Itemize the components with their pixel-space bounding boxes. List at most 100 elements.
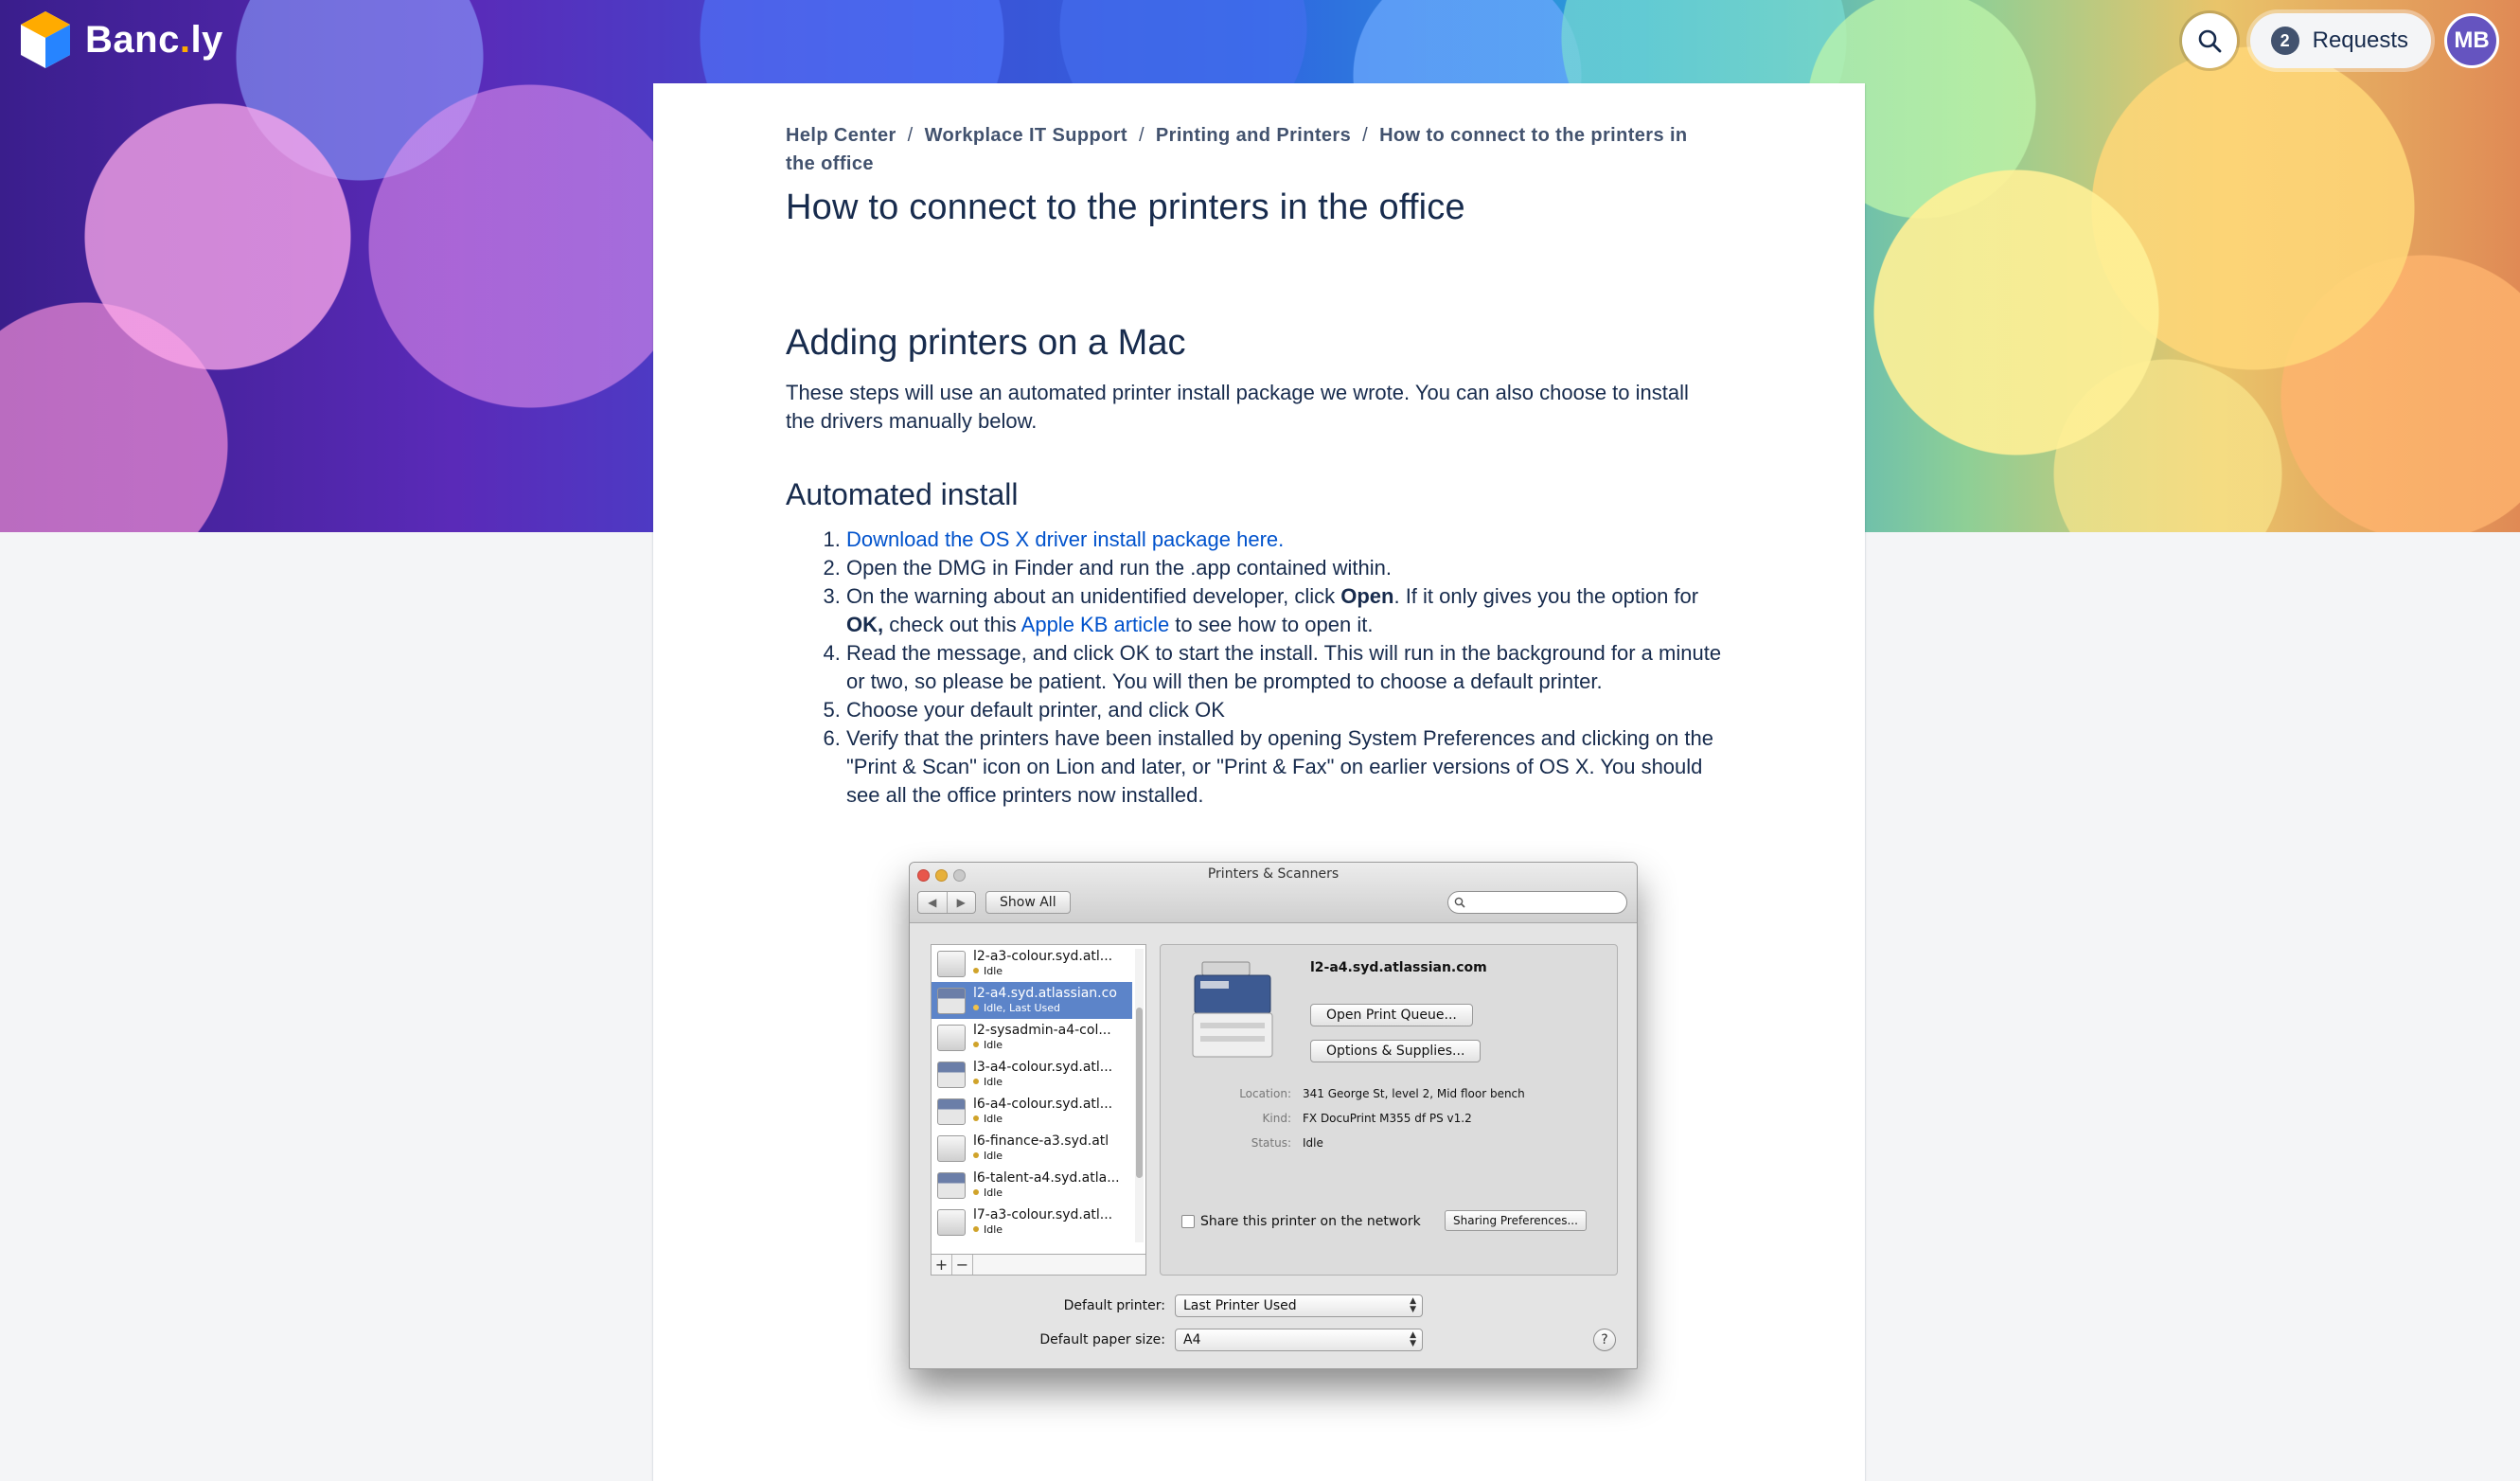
printer-name: l2-sysadmin-a4-col... <box>973 1023 1111 1038</box>
printer-name: l3-a4-colour.syd.atl... <box>973 1060 1113 1075</box>
list-item: Download the OS X driver install package… <box>846 526 1732 554</box>
mac-open-print-queue-button: Open Print Queue... <box>1310 1004 1473 1026</box>
printer-list-item: l3-a4-colour.syd.atl... Idle <box>932 1056 1132 1093</box>
mac-sharing-preferences-button: Sharing Preferences... <box>1445 1210 1587 1231</box>
printer-status: Idle <box>984 1222 1003 1236</box>
article-card: Help Center / Workplace IT Support / Printin… <box>653 83 1865 1481</box>
status-dot-icon <box>973 1226 979 1232</box>
status-dot-icon <box>973 1079 979 1084</box>
printer-icon <box>937 1024 966 1051</box>
mac-window-title: Printers & Scanners <box>1207 866 1340 882</box>
printer-kind-row: Kind: FX DocuPrint M355 df PS v1.2 <box>1262 1112 1472 1125</box>
brand-logo[interactable]: Banc.ly <box>19 9 223 70</box>
page-title: How to connect to the printers in the of… <box>786 187 1465 227</box>
mac-search-field <box>1447 891 1627 914</box>
mac-back-forward: ◀ ▶ <box>917 891 976 914</box>
mac-printer-details: l2-a4.syd.atlassian.com Open Print Queue… <box>1160 944 1618 1276</box>
logo-icon <box>21 11 70 68</box>
printer-status: Idle, Last Used <box>984 1001 1060 1014</box>
search-icon <box>1454 897 1465 908</box>
printer-list-controls: + − <box>932 1254 1145 1275</box>
section-heading-mac: Adding printers on a Mac <box>786 323 1186 363</box>
printer-list-item: l2-sysadmin-a4-col... Idle <box>932 1019 1132 1056</box>
add-printer-icon: + <box>932 1255 952 1275</box>
default-printer-row: Default printer: Last Printer Used ▲ ▼ <box>1014 1294 1423 1317</box>
breadcrumb-help-center[interactable]: Help Center <box>786 125 896 146</box>
printer-list-item: l6-a4-colour.syd.atl... Idle <box>932 1093 1132 1130</box>
printer-icon <box>937 987 966 1014</box>
scrollbar-thumb <box>1136 1008 1143 1178</box>
printer-name: l7-a3-colour.syd.atl... <box>973 1207 1113 1222</box>
printer-list-item: l2-a4.syd.atlassian.co Idle, Last Used <box>932 982 1132 1019</box>
share-printer-label: Share this printer on the network <box>1200 1214 1421 1229</box>
mac-intro-text: These steps will use an automated printe… <box>786 381 1689 433</box>
user-avatar[interactable]: MB <box>2444 13 2499 68</box>
section-heading-automated-install: Automated install <box>786 477 1019 511</box>
printer-name: l2-a4.syd.atlassian.co <box>973 986 1117 1001</box>
breadcrumb-separator: / <box>1362 125 1369 146</box>
printer-status: Idle <box>984 1075 1003 1088</box>
back-arrow-icon: ◀ <box>928 896 937 909</box>
mac-titlebar: Printers & Scanners ◀ ▶ Show All <box>910 863 1637 923</box>
printer-list-item: l2-a3-colour.syd.atl... Idle <box>932 945 1132 982</box>
list-item: Choose your default printer, and click O… <box>846 696 1732 724</box>
list-item: Read the message, and click OK to start … <box>846 639 1732 696</box>
breadcrumb-separator: / <box>1138 125 1145 146</box>
status-dot-icon <box>973 1189 979 1195</box>
open-emphasis: Open <box>1340 584 1394 608</box>
requests-label: Requests <box>2312 27 2408 53</box>
breadcrumb: Help Center / Workplace IT Support / Printin… <box>786 121 1695 178</box>
list-item: On the warning about an unidentified dev… <box>846 582 1732 639</box>
status-dot-icon <box>973 1005 979 1010</box>
printer-status-row: Status: Idle <box>1251 1136 1323 1150</box>
breadcrumb-workplace-it-support[interactable]: Workplace IT Support <box>925 125 1127 146</box>
requests-count-badge: 2 <box>2270 27 2299 55</box>
remove-printer-icon: − <box>952 1255 973 1275</box>
default-paper-select: A4 ▲ ▼ <box>1175 1329 1423 1351</box>
default-paper-row: Default paper size: A4 ▲ ▼ <box>1014 1329 1423 1351</box>
mac-printer-list: l2-a3-colour.syd.atl... Idle l2-a4.syd.atl… <box>931 944 1146 1276</box>
printer-name: l2-a3-colour.syd.atl... <box>973 949 1113 964</box>
status-dot-icon <box>973 1042 979 1047</box>
printer-icon <box>937 1097 966 1125</box>
printer-name: l6-finance-a3.syd.atl <box>973 1133 1109 1149</box>
printer-list-item: l6-talent-a4.syd.atla... Idle <box>932 1167 1132 1204</box>
mac-printers-window: Printers & Scanners ◀ ▶ Show All l2-a3-c… <box>909 862 1638 1369</box>
download-package-link[interactable]: Download the OS X driver install package… <box>846 527 1284 551</box>
article-content: Help Center / Workplace IT Support / Printin… <box>786 121 1732 810</box>
requests-button[interactable]: 2 Requests <box>2249 13 2431 68</box>
breadcrumb-printing-and-printers[interactable]: Printing and Printers <box>1156 125 1351 146</box>
share-printer-checkbox <box>1181 1215 1195 1228</box>
breadcrumb-separator: / <box>907 125 914 146</box>
search-button[interactable] <box>2181 13 2237 68</box>
printer-status: Idle <box>984 1149 1003 1162</box>
printer-list-scrollbar <box>1135 949 1144 1242</box>
status-dot-icon <box>973 1152 979 1158</box>
list-item: Open the DMG in Finder and run the .app … <box>846 554 1732 582</box>
search-icon <box>2198 29 2222 53</box>
apple-kb-article-link[interactable]: Apple KB article <box>1021 613 1170 636</box>
printer-icon <box>937 1061 966 1088</box>
ok-emphasis: OK, <box>846 613 884 636</box>
selected-printer-name: l2-a4.syd.atlassian.com <box>1310 960 1487 975</box>
printer-icon <box>1192 961 1273 1058</box>
mac-options-supplies-button: Options & Supplies... <box>1310 1040 1482 1062</box>
select-arrows-icon: ▲ ▼ <box>1410 1330 1416 1348</box>
printer-icon <box>937 1134 966 1162</box>
printer-status: Idle <box>984 1038 1003 1051</box>
install-steps-list: Download the OS X driver install package… <box>786 526 1732 810</box>
printer-icon <box>937 1208 966 1236</box>
printer-icon <box>937 950 966 977</box>
mac-help-icon: ? <box>1593 1329 1616 1351</box>
default-printer-select: Last Printer Used ▲ ▼ <box>1175 1294 1423 1317</box>
printer-location-row: Location: 341 George St, level 2, Mid flo… <box>1239 1087 1525 1100</box>
printer-status: Idle <box>984 964 1003 977</box>
status-dot-icon <box>973 968 979 973</box>
printer-list-item: l6-finance-a3.syd.atl Idle <box>932 1130 1132 1167</box>
printers-screenshot: Printers & Scanners ◀ ▶ Show All l2-a3-c… <box>909 862 1638 1369</box>
printer-name: l6-talent-a4.syd.atla... <box>973 1170 1120 1186</box>
printer-list-items: l2-a3-colour.syd.atl... Idle l2-a4.syd.atl… <box>932 945 1132 1256</box>
share-printer-row: Share this printer on the network <box>1181 1214 1421 1229</box>
printer-status: Idle <box>984 1186 1003 1199</box>
status-dot-icon <box>973 1115 979 1121</box>
